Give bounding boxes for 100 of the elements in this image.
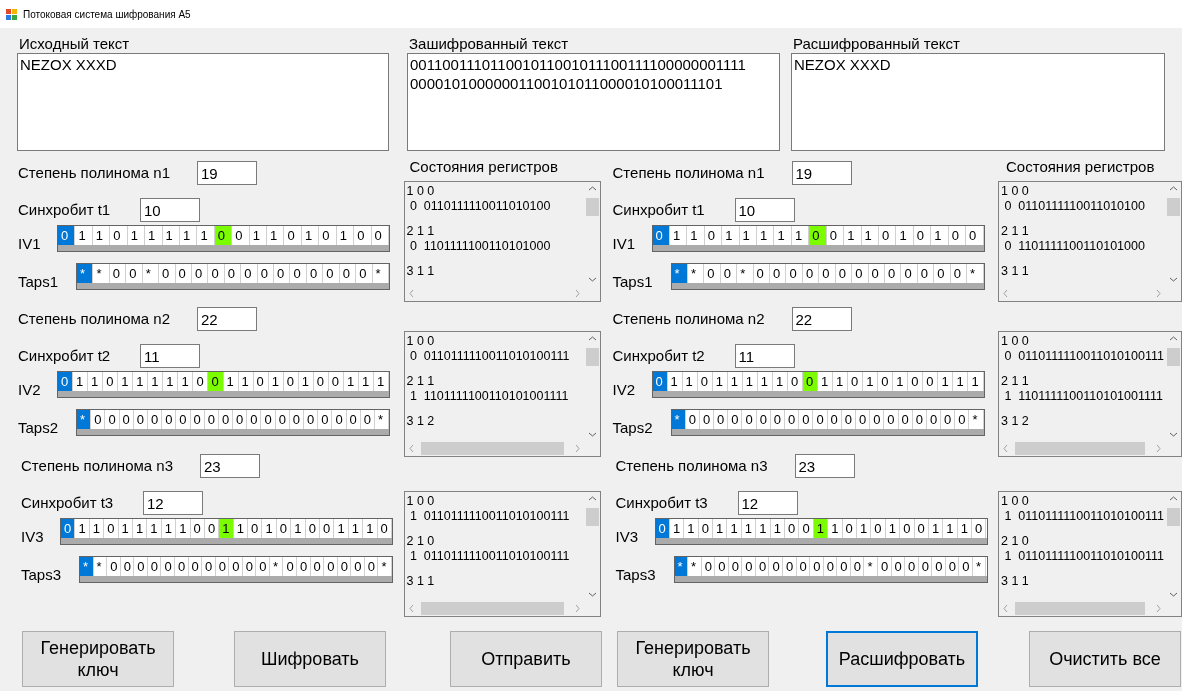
grid-cell[interactable]: 0 [208,264,225,283]
grid-cell[interactable]: 0 [274,264,291,283]
number-input[interactable]: 19 [197,161,257,185]
grid-cell[interactable]: 1 [727,519,742,538]
grid-cell[interactable]: 1 [238,372,254,391]
grid-cell[interactable]: 0 [753,264,771,283]
grid-cell[interactable]: 1 [262,519,277,538]
bit-grid[interactable]: 0 1 1 0 1 1 1 1 1 0 0 1 1 0 1 0 1 0 0 [57,225,390,252]
number-input[interactable]: 12 [737,491,798,515]
grid-cell[interactable]: 0 [104,519,119,538]
grid-cell[interactable]: 0 [204,410,219,429]
grid-cell[interactable]: 1 [161,519,177,538]
grid-cell[interactable]: 0 [332,410,347,429]
grid-cell[interactable]: 0 [972,519,987,538]
grid-cell[interactable]: 1 [291,519,306,538]
grid-cell[interactable]: 0 [224,264,242,283]
bit-grid[interactable]: * * 0 0 * 0 0 0 0 0 0 0 0 0 0 0 0 0 * [76,263,390,290]
grid-cell[interactable]: 0 [742,557,756,576]
grid-cell[interactable]: 1 [197,226,215,245]
grid-cell[interactable]: 0 [948,226,967,245]
grid-cell[interactable]: 1 [334,519,349,538]
grid-cell[interactable]: 0 [913,226,932,245]
grid-cell[interactable]: 1 [861,226,879,245]
grid-cell[interactable]: 0 [351,557,365,576]
grid-cell[interactable]: 1 [145,226,163,245]
grid-cell[interactable]: 1 [957,519,973,538]
grid-cell[interactable]: * [687,264,705,283]
grid-cell[interactable]: 1 [267,226,285,245]
grid-cell[interactable]: 0 [120,557,135,576]
grid-cell[interactable]: 1 [893,372,909,391]
grid-cell[interactable]: 0 [313,372,329,391]
grid-cell[interactable]: 1 [358,372,374,391]
grid-cell[interactable]: 0 [232,226,250,245]
bit-grid[interactable]: 0 1 1 0 1 1 1 1 1 0 0 1 1 0 1 0 1 0 0 1 1 1 [651,371,985,398]
register-log[interactable]: 1 0 0 1 0110111110011010100111 2 1 0 1 0110111110011010100111 3 1 1 [998,491,1182,617]
grid-cell[interactable]: 1 [727,372,743,391]
grid-cell[interactable]: 1 [833,372,849,391]
grid-cell[interactable]: 0 [275,410,290,429]
grid-cell[interactable]: 0 [879,226,897,245]
grid-cell[interactable]: 1 [298,372,314,391]
grid-cell[interactable]: * [688,557,702,576]
grid-cell[interactable]: 0 [852,264,869,283]
register-log[interactable]: 1 0 0 0 0110111110011010100111 2 1 1 1 1101111100110101001111 3 1 2 [403,331,601,457]
grid-cell[interactable]: 0 [870,410,885,429]
grid-cell[interactable]: 1 [844,226,862,245]
grid-cell[interactable]: 1 [127,226,146,245]
grid-cell[interactable]: 0 [241,264,258,283]
grid-cell[interactable]: 1 [757,226,775,245]
grid-cell[interactable]: 0 [109,264,127,283]
grid-cell[interactable]: 0 [837,557,851,576]
number-input[interactable]: 11 [734,344,795,368]
bit-grid[interactable]: 0 1 1 0 1 1 1 1 1 0 0 1 1 0 1 0 1 0 0 1 1 1 [57,371,390,398]
grid-cell[interactable]: 0 [323,264,340,283]
grid-cell[interactable]: 1 [268,372,284,391]
grid-cell[interactable]: 0 [877,557,892,576]
grid-cell[interactable]: 0 [107,557,121,576]
grid-cell[interactable]: 0 [364,557,379,576]
grid-cell[interactable]: 0 [652,372,668,391]
grid-cell[interactable]: 1 [179,226,198,245]
action-button[interactable]: Генерировать ключ [22,631,174,687]
grid-cell[interactable]: 0 [810,557,824,576]
grid-cell[interactable]: 0 [912,410,927,429]
grid-cell[interactable]: 0 [337,557,352,576]
grid-cell[interactable]: 0 [819,264,836,283]
grid-cell[interactable]: 0 [898,410,913,429]
grid-cell[interactable]: 0 [742,410,757,429]
grid-cell[interactable]: 1 [931,226,949,245]
grid-cell[interactable]: 1 [770,519,785,538]
grid-cell[interactable]: 0 [826,226,845,245]
grid-cell[interactable]: 0 [324,557,338,576]
grid-cell[interactable]: 0 [304,410,319,429]
grid-cell[interactable]: 0 [208,372,224,391]
grid-cell[interactable]: 0 [926,410,942,429]
grid-cell[interactable]: 0 [339,264,357,283]
grid-cell[interactable]: 0 [190,410,205,429]
grid-cell[interactable]: 0 [91,410,106,429]
register-log[interactable]: 1 0 0 0 0110111110011010100111 2 1 1 1 1101111100110101001111 3 1 2 [998,331,1182,457]
grid-cell[interactable]: 0 [652,226,670,245]
grid-cell[interactable]: 0 [945,557,960,576]
grid-cell[interactable]: 0 [783,557,797,576]
grid-cell[interactable]: 1 [741,519,757,538]
action-button[interactable]: Расшифровать [826,631,978,687]
grid-cell[interactable]: 0 [58,372,74,391]
grid-cell[interactable]: 0 [58,226,76,245]
grid-cell[interactable]: 1 [774,226,792,245]
grid-cell[interactable]: 0 [242,557,257,576]
grid-cell[interactable]: 1 [162,226,180,245]
grid-cell[interactable]: 1 [133,372,149,391]
grid-cell[interactable]: 0 [923,372,939,391]
grid-cell[interactable]: 0 [360,410,375,429]
grid-cell[interactable]: 1 [896,226,914,245]
grid-cell[interactable]: * [93,264,110,283]
grid-cell[interactable]: * [374,410,390,429]
grid-cell[interactable]: 1 [92,226,111,245]
number-input[interactable]: 22 [791,307,852,331]
number-input[interactable]: 10 [734,198,795,222]
action-button[interactable]: Генерировать ключ [617,631,769,687]
grid-cell[interactable]: 0 [950,264,968,283]
grid-cell[interactable]: 0 [346,410,361,429]
grid-cell[interactable]: 0 [900,519,915,538]
